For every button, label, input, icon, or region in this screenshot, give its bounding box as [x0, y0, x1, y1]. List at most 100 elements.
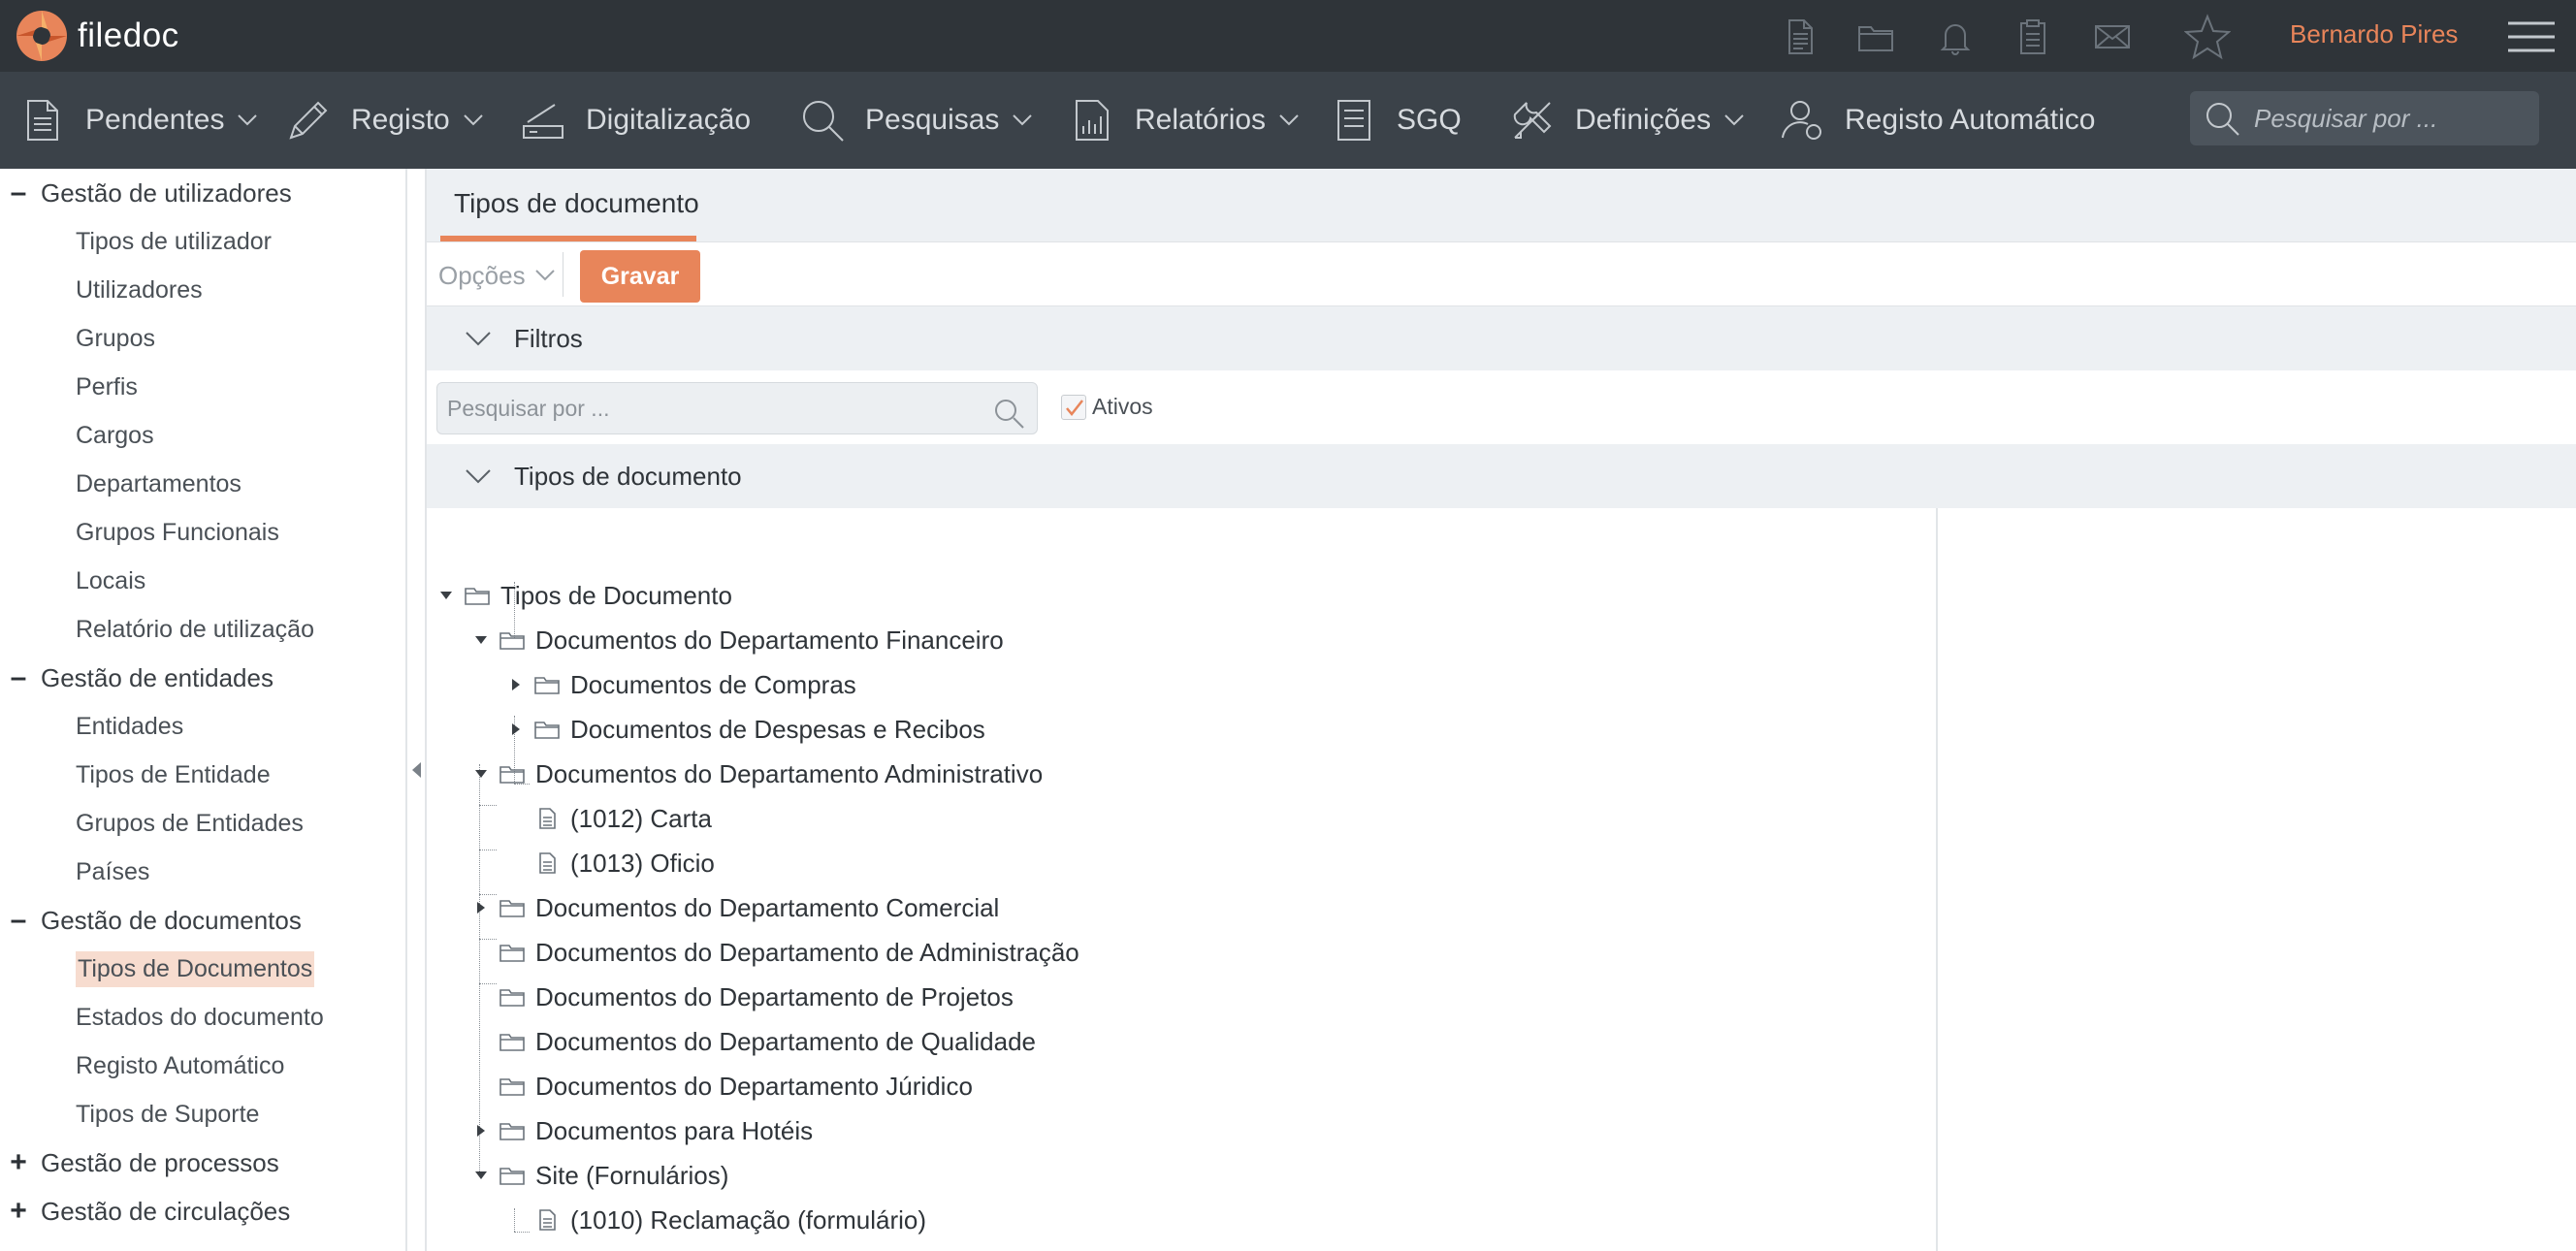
sidebar-item-tipos-suporte[interactable]: Tipos de Suporte — [76, 1090, 259, 1139]
sidebar-item-perfis[interactable]: Perfis — [76, 363, 138, 411]
collapse-icon[interactable]: – — [10, 663, 27, 692]
chevron-down-icon — [534, 270, 555, 281]
file-icon — [539, 808, 556, 829]
tree-node[interactable]: (1013) Oficio — [508, 842, 715, 884]
chevron-down-icon — [466, 332, 491, 346]
sidebar-item-registo-automatico[interactable]: Registo Automático — [76, 1042, 284, 1090]
collapse-icon[interactable]: – — [10, 178, 27, 208]
user-name[interactable]: Bernardo Pires — [2290, 19, 2458, 49]
filter-search[interactable] — [436, 382, 1038, 434]
nav-pesquisas[interactable]: Pesquisas — [799, 72, 1033, 169]
tree-node[interactable]: Documentos do Departamento Júridico — [473, 1065, 973, 1107]
sidebar-item-label: Tipos de Entidade — [76, 760, 271, 788]
expanded-arrow-icon[interactable] — [473, 632, 489, 648]
tree-node[interactable]: Documentos do Departamento Administrativ… — [473, 753, 1043, 795]
tree-node[interactable]: Documentos do Departamento de Projetos — [473, 976, 1014, 1018]
collapsed-arrow-icon[interactable] — [508, 677, 524, 692]
collapsed-arrow-icon[interactable] — [508, 722, 524, 737]
sidebar-group-entidades[interactable]: – Gestão de entidades — [0, 654, 274, 702]
sidebar-item-tipos-entidade[interactable]: Tipos de Entidade — [76, 751, 271, 799]
sidebar-item-departamentos[interactable]: Departamentos — [76, 460, 242, 508]
filter-search-input[interactable] — [447, 393, 971, 424]
search-icon[interactable] — [992, 397, 1025, 430]
nav-registo-automatico[interactable]: Registo Automático — [1779, 72, 2095, 169]
folder-icon — [499, 766, 525, 784]
nav-sgq[interactable]: SGQ — [1331, 72, 1462, 169]
tree-node[interactable]: Documentos do Departamento Comercial — [473, 886, 999, 929]
tree-node[interactable]: Documentos do Departamento Financeiro — [473, 619, 1004, 661]
expand-icon[interactable]: + — [10, 1148, 27, 1177]
filedoc-logo-icon — [16, 11, 67, 61]
folder-icon — [499, 900, 525, 917]
sidebar-item-tipos-utilizador[interactable]: Tipos de utilizador — [76, 217, 272, 266]
tree-node[interactable]: Documentos do Departamento de Qualidade — [473, 1020, 1036, 1063]
filters-section-header[interactable]: Filtros — [427, 306, 2576, 370]
main-navigation: Pendentes Registo Digitalização Pesquisa… — [0, 72, 2576, 169]
sidebar-group-label: Gestão de utilizadores — [41, 177, 292, 208]
active-checkbox[interactable]: Ativos — [1061, 394, 1153, 420]
collapsed-arrow-icon[interactable] — [473, 1123, 489, 1139]
tree-node[interactable]: (1012) Carta — [508, 797, 712, 840]
sidebar-item-locais[interactable]: Locais — [76, 557, 145, 605]
sidebar-group-circulacoes[interactable]: + Gestão de circulações — [0, 1187, 290, 1235]
sidebar-item-cargos[interactable]: Cargos — [76, 411, 154, 460]
sidebar-item-grupos-funcionais[interactable]: Grupos Funcionais — [76, 508, 279, 557]
tree-node-label: (1013) Oficio — [570, 848, 715, 878]
tree-node[interactable]: Documentos do Departamento de Administra… — [473, 931, 1079, 974]
document-types-tree: Tipos de Documento Documentos do Departa… — [427, 508, 1938, 1251]
sidebar-item-label: Grupos de Entidades — [76, 809, 304, 837]
expanded-arrow-icon[interactable] — [473, 766, 489, 782]
sidebar-item-label: Países — [76, 857, 150, 885]
save-button[interactable]: Gravar — [580, 250, 700, 303]
nav-relatorios[interactable]: Relatórios — [1069, 72, 1299, 169]
sidebar-group-processos[interactable]: + Gestão de processos — [0, 1139, 278, 1187]
global-search[interactable] — [2190, 91, 2539, 145]
expanded-arrow-icon[interactable] — [473, 1168, 489, 1183]
tree-node[interactable]: Documentos para Hotéis — [473, 1109, 813, 1152]
sidebar-item-grupos[interactable]: Grupos — [76, 314, 155, 363]
nav-registo[interactable]: Registo — [285, 72, 483, 169]
sidebar-item-grupos-entidades[interactable]: Grupos de Entidades — [76, 799, 304, 848]
checkbox-box[interactable] — [1061, 394, 1086, 420]
collapsed-arrow-icon[interactable] — [473, 900, 489, 915]
sidebar-item-tipos-documentos[interactable]: Tipos de Documentos — [76, 945, 315, 993]
tree-node[interactable]: Tipos de Documento — [438, 574, 732, 617]
section-title: Tipos de documento — [514, 461, 742, 491]
expanded-arrow-icon[interactable] — [438, 588, 454, 603]
sidebar-collapse-handle-icon[interactable] — [407, 758, 425, 782]
tree-node[interactable]: (1010) Reclamação (formulário) — [508, 1199, 926, 1241]
sidebar-group-utilizadores[interactable]: – Gestão de utilizadores — [0, 169, 292, 217]
options-dropdown[interactable]: Opções — [438, 256, 555, 295]
tree-node[interactable]: Documentos de Despesas e Recibos — [508, 708, 985, 751]
mail-icon[interactable] — [2093, 17, 2132, 56]
tree-node-label: Documentos do Departamento Júridico — [535, 1071, 973, 1101]
hamburger-menu-icon[interactable] — [2506, 17, 2557, 56]
collapse-icon[interactable]: – — [10, 906, 27, 935]
clipboard-icon[interactable] — [2013, 17, 2052, 56]
tree-node[interactable]: Site (Fornulários) — [473, 1154, 728, 1197]
tree-node[interactable]: Documentos de Compras — [508, 663, 856, 706]
sidebar-item-estados-documento[interactable]: Estados do documento — [76, 993, 324, 1042]
nav-digitalizacao[interactable]: Digitalização — [520, 72, 751, 169]
tree-node-label: Documentos do Departamento Administrativ… — [535, 758, 1044, 788]
folder-icon — [499, 1078, 525, 1096]
sidebar-item-utilizadores[interactable]: Utilizadores — [76, 266, 203, 314]
folder-icon[interactable] — [1856, 17, 1895, 56]
nav-label: Definições — [1575, 104, 1712, 136]
tab-tipos-documento[interactable]: Tipos de documento — [444, 169, 709, 242]
bell-icon[interactable] — [1936, 17, 1975, 56]
logo[interactable]: filedoc — [16, 10, 179, 62]
folder-icon — [499, 632, 525, 650]
tree-section-header[interactable]: Tipos de documento — [427, 444, 2576, 508]
nav-pendentes[interactable]: Pendentes — [19, 72, 258, 169]
sidebar-group-documentos[interactable]: – Gestão de documentos — [0, 896, 302, 945]
pencil-icon — [289, 101, 328, 140]
sidebar-item-paises[interactable]: Países — [76, 848, 149, 896]
nav-definicoes[interactable]: Definições — [1509, 72, 1744, 169]
global-search-input[interactable] — [2254, 103, 2526, 134]
document-icon[interactable] — [1781, 17, 1819, 56]
sidebar-item-relatorio-utilizacao[interactable]: Relatório de utilização — [76, 605, 314, 654]
expand-icon[interactable]: + — [10, 1197, 27, 1226]
sidebar-item-entidades[interactable]: Entidades — [76, 702, 183, 751]
star-icon[interactable] — [2184, 14, 2231, 60]
